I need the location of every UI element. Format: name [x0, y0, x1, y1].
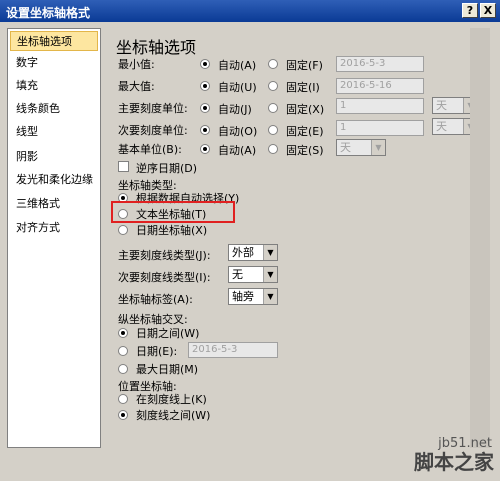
- min-fixed-label[interactable]: 固定(F): [286, 57, 323, 73]
- cross-date-input[interactable]: 2016-5-3: [188, 342, 278, 358]
- base-unit-dropdown[interactable]: 天 ▼: [336, 139, 386, 156]
- major-unit-fixed-radio[interactable]: [268, 103, 278, 113]
- cross-between-radio[interactable]: [118, 328, 128, 338]
- minor-unit-label: 次要刻度单位:: [118, 124, 188, 137]
- base-unit-fixed-radio[interactable]: [268, 144, 278, 154]
- min-value-input[interactable]: 2016-5-3: [336, 56, 424, 72]
- base-unit-auto-radio[interactable]: [200, 144, 210, 154]
- major-unit-auto-radio[interactable]: [200, 103, 210, 113]
- max-auto-radio[interactable]: [200, 81, 210, 91]
- panel-edge: [470, 28, 490, 448]
- major-tick-dropdown-value: 外部: [232, 246, 254, 259]
- minor-unit-dropdown-value: 天: [436, 120, 447, 133]
- minor-unit-auto-radio[interactable]: [200, 125, 210, 135]
- axis-labels-dropdown[interactable]: 轴旁 ▼: [228, 288, 278, 305]
- min-auto-label[interactable]: 自动(A): [218, 57, 256, 73]
- cross-date-label[interactable]: 日期(E):: [136, 343, 177, 359]
- cross-date-radio[interactable]: [118, 346, 128, 356]
- minor-unit-auto-label[interactable]: 自动(O): [218, 123, 257, 139]
- sidebar-item-fill[interactable]: 填充: [10, 76, 98, 96]
- base-unit-label: 基本单位(B):: [118, 143, 182, 156]
- major-unit-dropdown-value: 天: [436, 99, 447, 112]
- close-button[interactable]: X: [480, 3, 496, 18]
- sidebar-item-3d-format[interactable]: 三维格式: [10, 194, 98, 214]
- highlight-box: [111, 201, 235, 223]
- base-unit-auto-label[interactable]: 自动(A): [218, 142, 256, 158]
- axis-type-date-label[interactable]: 日期坐标轴(X): [136, 222, 207, 238]
- max-fixed-radio[interactable]: [268, 81, 278, 91]
- sidebar-item-line-style[interactable]: 线型: [10, 122, 98, 142]
- major-unit-auto-label[interactable]: 自动(J): [218, 101, 252, 117]
- sidebar-item-glow[interactable]: 发光和柔化边缘: [10, 170, 98, 190]
- base-unit-dropdown-value: 天: [340, 141, 351, 154]
- help-button[interactable]: ?: [462, 3, 478, 18]
- sidebar-item-axis-options[interactable]: 坐标轴选项: [10, 31, 98, 51]
- minor-tick-dropdown[interactable]: 无 ▼: [228, 266, 278, 283]
- cross-between-label[interactable]: 日期之间(W): [136, 325, 199, 341]
- axis-labels-label: 坐标轴标签(A):: [118, 293, 193, 306]
- chevron-down-icon: ▼: [263, 245, 277, 260]
- position-on-label[interactable]: 在刻度线上(K): [136, 391, 207, 407]
- cross-max-radio[interactable]: [118, 364, 128, 374]
- minor-unit-fixed-label[interactable]: 固定(E): [286, 123, 324, 139]
- sidebar-item-number[interactable]: 数字: [10, 53, 98, 73]
- major-tick-dropdown[interactable]: 外部 ▼: [228, 244, 278, 261]
- minor-unit-fixed-radio[interactable]: [268, 125, 278, 135]
- title-bar: 设置坐标轴格式 ? X: [0, 0, 500, 22]
- axis-type-date-radio[interactable]: [118, 225, 128, 235]
- minor-tick-dropdown-value: 无: [232, 268, 243, 281]
- major-unit-fixed-label[interactable]: 固定(X): [286, 101, 324, 117]
- minor-tick-label: 次要刻度线类型(I):: [118, 271, 211, 284]
- sidebar-item-alignment[interactable]: 对齐方式: [10, 218, 98, 238]
- position-on-radio[interactable]: [118, 394, 128, 404]
- panel-heading: 坐标轴选项: [116, 38, 197, 57]
- chevron-down-icon: ▼: [263, 267, 277, 282]
- position-between-label[interactable]: 刻度线之间(W): [136, 407, 210, 423]
- max-fixed-label[interactable]: 固定(I): [286, 79, 320, 95]
- min-label: 最小值:: [118, 58, 155, 71]
- reverse-dates-label[interactable]: 逆序日期(D): [136, 160, 197, 176]
- cross-max-label[interactable]: 最大日期(M): [136, 361, 198, 377]
- major-unit-input[interactable]: 1: [336, 98, 424, 114]
- chevron-down-icon: ▼: [371, 140, 385, 155]
- max-label: 最大值:: [118, 80, 155, 93]
- watermark-name: 脚本之家: [414, 450, 494, 474]
- min-auto-radio[interactable]: [200, 59, 210, 69]
- chevron-down-icon: ▼: [263, 289, 277, 304]
- reverse-dates-checkbox[interactable]: [118, 161, 129, 172]
- max-value-input[interactable]: 2016-5-16: [336, 78, 424, 94]
- major-unit-label: 主要刻度单位:: [118, 102, 188, 115]
- position-between-radio[interactable]: [118, 410, 128, 420]
- sidebar-item-shadow[interactable]: 阴影: [10, 147, 98, 167]
- base-unit-fixed-label[interactable]: 固定(S): [286, 142, 324, 158]
- min-fixed-radio[interactable]: [268, 59, 278, 69]
- axis-labels-dropdown-value: 轴旁: [232, 290, 254, 303]
- minor-unit-input[interactable]: 1: [336, 120, 424, 136]
- category-list: 坐标轴选项 数字 填充 线条颜色 线型 阴影 发光和柔化边缘 三维格式 对齐方式: [7, 28, 101, 448]
- major-tick-label: 主要刻度线类型(J):: [118, 249, 211, 262]
- max-auto-label[interactable]: 自动(U): [218, 79, 257, 95]
- sidebar-item-line-color[interactable]: 线条颜色: [10, 99, 98, 119]
- window-title: 设置坐标轴格式: [6, 6, 91, 20]
